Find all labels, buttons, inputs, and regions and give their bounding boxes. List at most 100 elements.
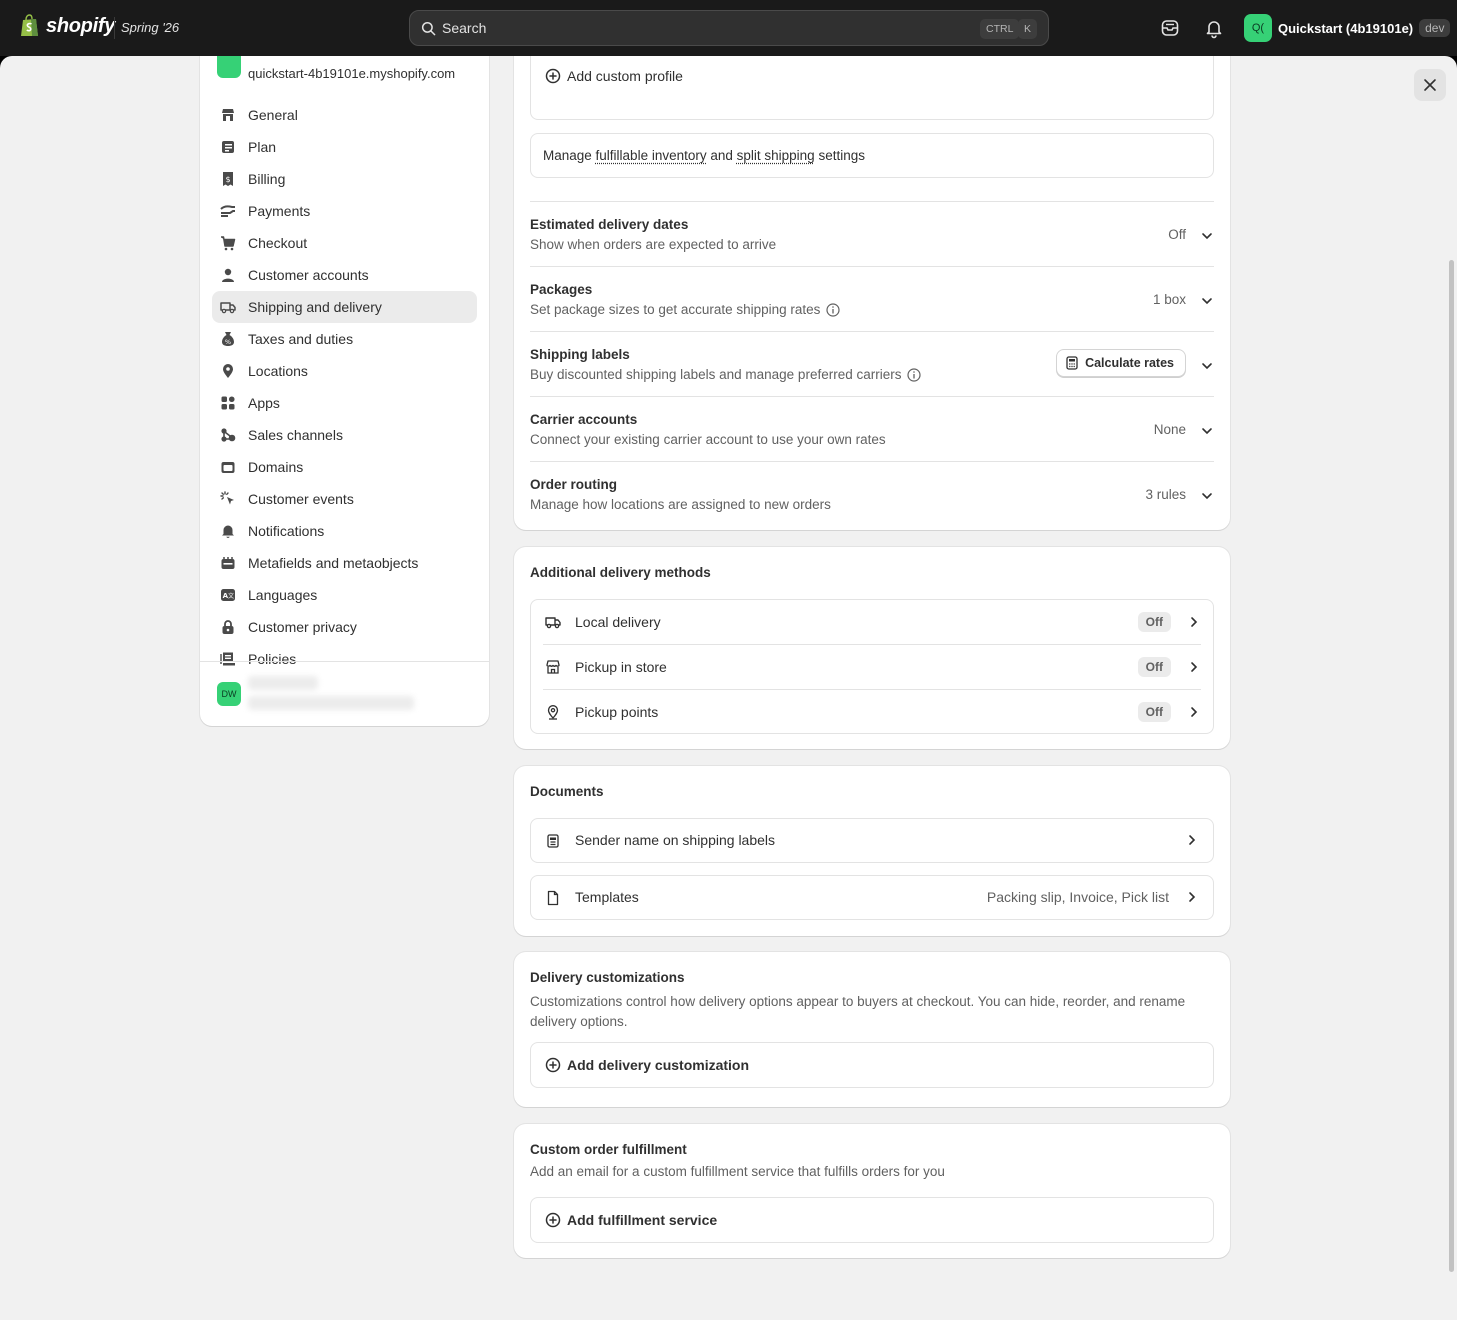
shortcut-ctrl-key: CTRL (980, 19, 1020, 39)
sidebar-item-locations[interactable]: Locations (212, 355, 477, 387)
list-item-sender-name[interactable]: Sender name on shipping labels (531, 819, 1213, 862)
settings-panel: quickstart-4b19101e.myshopify.com Genera… (0, 56, 1457, 1320)
channels-icon (220, 427, 236, 443)
row-value: Off (1168, 227, 1186, 242)
delivery-methods-list: Local delivery Off Pickup in store Off P… (530, 599, 1214, 734)
edition-badge[interactable]: Spring '26 (114, 17, 185, 39)
manage-inventory-text: Manage fulfillable inventory and split s… (543, 148, 865, 163)
add-delivery-customization-button[interactable]: Add delivery customization (545, 1057, 749, 1073)
sidebar-item-notifications[interactable]: Notifications (212, 515, 477, 547)
search-placeholder: Search (442, 20, 487, 36)
scrollbar-thumb[interactable] (1449, 260, 1454, 1272)
packages-row[interactable]: Packages Set package sizes to get accura… (530, 266, 1214, 331)
chevron-down-icon[interactable] (1200, 294, 1214, 308)
sidebar-item-checkout[interactable]: Checkout (212, 227, 477, 259)
add-fulfillment-service-button[interactable]: Add fulfillment service (545, 1212, 717, 1228)
add-delivery-customization-box: Add delivery customization (530, 1042, 1214, 1088)
cart-icon (220, 235, 236, 251)
sidebar-item-metafields-and-metaobjects[interactable]: Metafields and metaobjects (212, 547, 477, 579)
split-shipping-link[interactable]: split shipping (737, 148, 815, 163)
row-subtitle-wrap: Set package sizes to get accurate shippi… (530, 302, 841, 317)
chevron-down-icon[interactable] (1200, 489, 1214, 503)
carrier-accounts-row[interactable]: Carrier accounts Connect your existing c… (530, 396, 1214, 461)
shipping-profiles-box: Add custom profile (530, 56, 1214, 120)
card-title: Additional delivery methods (530, 565, 711, 580)
manage-text-mid: and (706, 148, 737, 163)
truck-icon (220, 299, 236, 315)
calculate-rates-button[interactable]: Calculate rates (1056, 349, 1186, 377)
cursor-icon (220, 491, 236, 507)
user-name-redacted (248, 676, 318, 690)
search-bar[interactable]: Search CTRL K (409, 10, 1049, 46)
sidebar-item-customer-privacy[interactable]: Customer privacy (212, 611, 477, 643)
estimated-delivery-dates-row[interactable]: Estimated delivery dates Show when order… (530, 201, 1214, 266)
list-item-local-delivery[interactable]: Local delivery Off (531, 600, 1215, 645)
info-icon[interactable] (826, 303, 841, 317)
sidebar-item-label: Apps (248, 395, 280, 411)
dev-badge: dev (1419, 19, 1451, 37)
shipping-labels-row[interactable]: Shipping labels Buy discounted shipping … (530, 331, 1214, 396)
additional-delivery-methods-card: Additional delivery methods Local delive… (514, 547, 1230, 749)
shopify-logo[interactable]: shopify (20, 14, 115, 38)
close-settings-button[interactable] (1414, 69, 1446, 101)
row-subtitle: Connect your existing carrier account to… (530, 432, 886, 447)
sidebar-item-languages[interactable]: A文 Languages (212, 579, 477, 611)
billing-icon: $ (220, 171, 236, 187)
sidebar-item-domains[interactable]: Domains (212, 451, 477, 483)
sidebar-item-taxes-and-duties[interactable]: % Taxes and duties (212, 323, 477, 355)
sidebar-item-plan[interactable]: Plan (212, 131, 477, 163)
list-item-templates[interactable]: Templates Packing slip, Invoice, Pick li… (531, 876, 1213, 919)
fulfillable-inventory-link[interactable]: fulfillable inventory (596, 148, 707, 163)
list-item-label: Pickup points (575, 704, 659, 720)
shortcut-k-key: K (1018, 19, 1038, 39)
order-routing-row[interactable]: Order routing Manage how locations are a… (530, 461, 1214, 526)
sidebar-item-payments[interactable]: Payments (212, 195, 477, 227)
sidebar-item-label: Locations (248, 363, 308, 379)
list-item-label: Sender name on shipping labels (575, 832, 776, 848)
chevron-down-icon[interactable] (1200, 424, 1214, 438)
sidebar-item-billing[interactable]: $ Billing (212, 163, 477, 195)
custom-order-fulfillment-card: Custom order fulfillment Add an email fo… (514, 1124, 1230, 1258)
list-item-label: Templates (575, 889, 639, 905)
store-logo (217, 56, 241, 78)
store-icon (220, 107, 236, 123)
store-switcher[interactable]: Q( Quickstart (4b19101e) dev (1244, 14, 1451, 42)
card-description: Add an email for a custom fulfillment se… (530, 1164, 945, 1179)
templates-row[interactable]: Templates Packing slip, Invoice, Pick li… (530, 875, 1214, 920)
bell-icon[interactable] (1202, 16, 1226, 40)
user-avatar[interactable]: DW (217, 682, 241, 706)
add-custom-profile-button[interactable]: Add custom profile (545, 68, 683, 84)
sidebar-item-apps[interactable]: Apps (212, 387, 477, 419)
svg-text:$: $ (225, 175, 230, 184)
store-name: Quickstart (4b19101e) (1278, 20, 1414, 36)
sidebar-item-sales-channels[interactable]: Sales channels (212, 419, 477, 451)
sidebar-item-policies[interactable]: Policies (212, 643, 477, 675)
delivery-customizations-card: Delivery customizations Customizations c… (514, 952, 1230, 1107)
apps-icon (220, 395, 236, 411)
store-avatar: Q( (1244, 14, 1272, 42)
list-item-pickup-points[interactable]: Pickup points Off (531, 690, 1215, 735)
row-title: Packages (530, 282, 593, 297)
sidebar-item-customer-accounts[interactable]: Customer accounts (212, 259, 477, 291)
status-badge: Off (1137, 612, 1171, 632)
info-icon[interactable] (907, 368, 922, 382)
settings-nav: General Plan $ Billing Payments Checkout… (212, 99, 477, 675)
location-pin-icon (547, 705, 559, 720)
shopify-bag-icon (21, 14, 38, 36)
user-email-redacted (248, 696, 414, 710)
chevron-down-icon[interactable] (1200, 359, 1214, 373)
sidebar-item-customer-events[interactable]: Customer events (212, 483, 477, 515)
settings-sidebar: quickstart-4b19101e.myshopify.com Genera… (200, 56, 489, 726)
sidebar-item-label: Checkout (248, 235, 308, 251)
inbox-icon[interactable] (1158, 16, 1182, 40)
list-item-pickup-in-store[interactable]: Pickup in store Off (531, 645, 1215, 690)
store-icon (546, 660, 560, 674)
add-fulfillment-service-label: Add fulfillment service (567, 1212, 718, 1228)
sidebar-item-general[interactable]: General (212, 99, 477, 131)
chevron-down-icon[interactable] (1200, 229, 1214, 243)
sidebar-item-shipping-and-delivery[interactable]: Shipping and delivery (212, 291, 477, 323)
row-subtitle: Set package sizes to get accurate shippi… (530, 302, 821, 317)
sidebar-item-label: Billing (248, 171, 286, 187)
sender-name-row[interactable]: Sender name on shipping labels (530, 818, 1214, 863)
sidebar-item-label: Languages (248, 587, 318, 603)
